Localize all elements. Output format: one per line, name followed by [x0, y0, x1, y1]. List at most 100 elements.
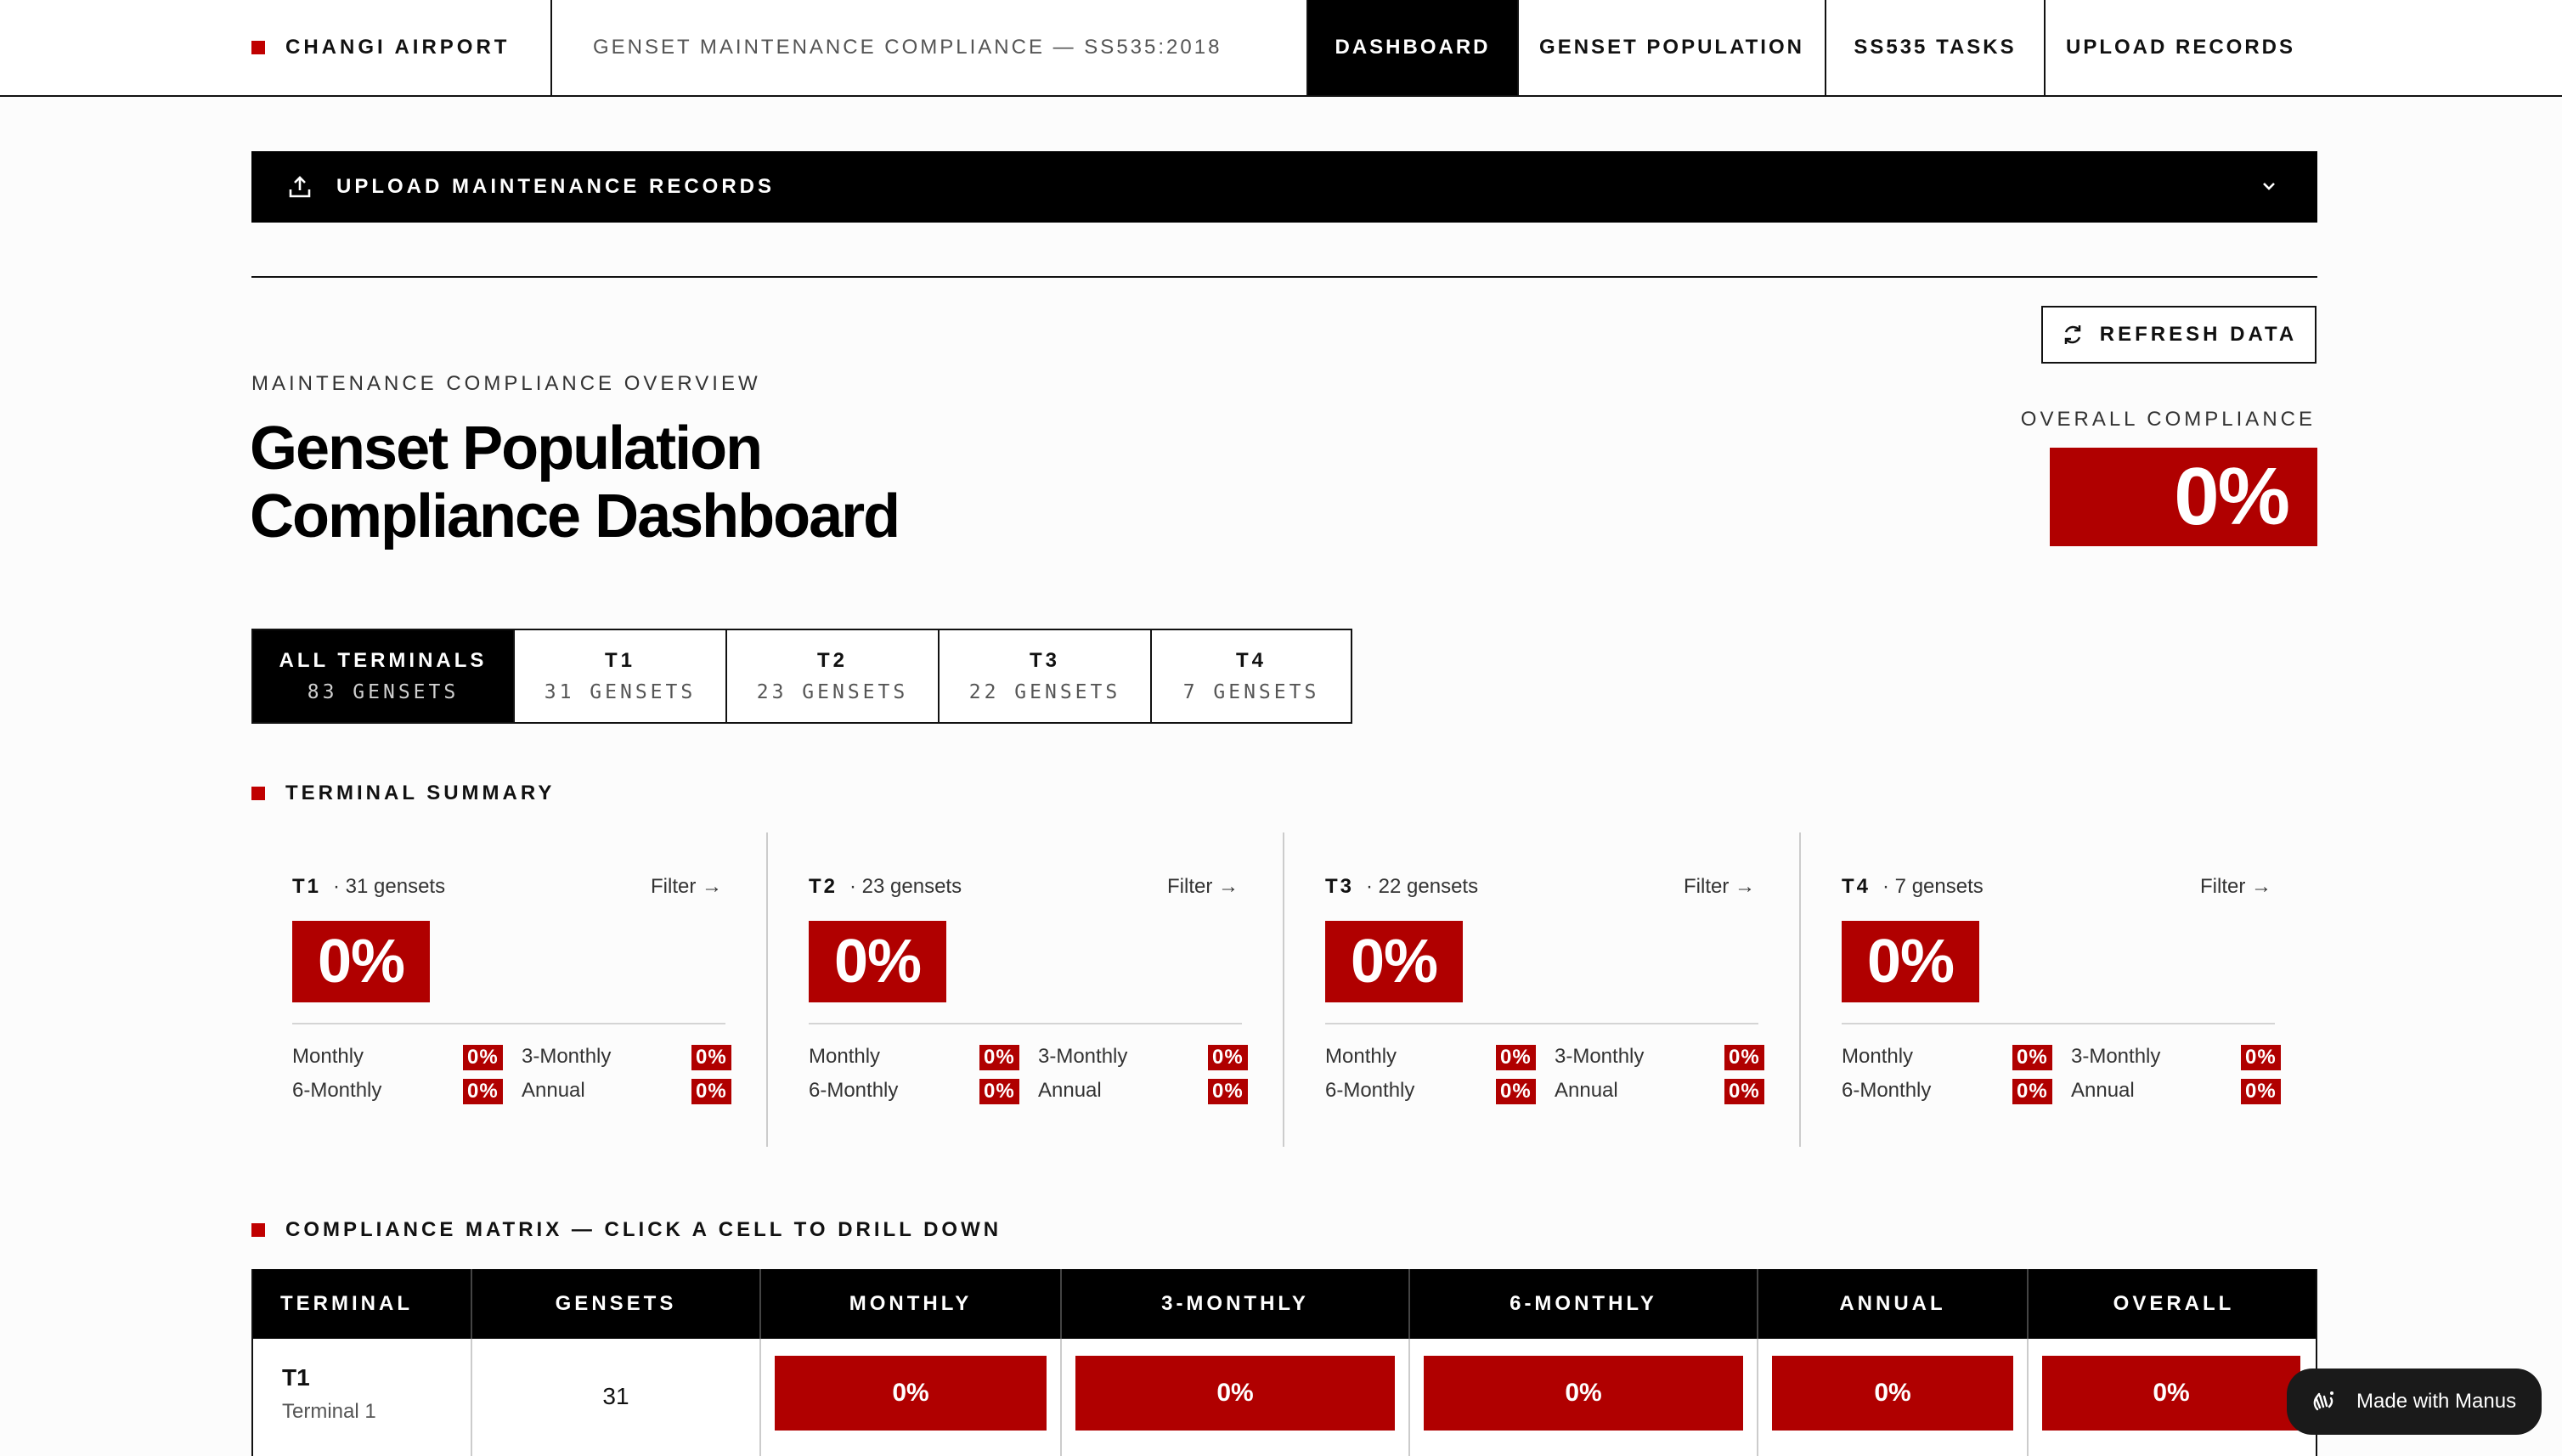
- column-header-terminal: TERMINAL: [253, 1269, 472, 1339]
- card-filter-link[interactable]: Filter →: [1167, 875, 1239, 899]
- card-filter-link[interactable]: Filter →: [1684, 875, 1755, 899]
- table-row: T1 Terminal 1 31 0% 0% 0% 0% 0%: [253, 1339, 2316, 1456]
- card-overall-value: 0%: [1842, 921, 1979, 1002]
- metric-badge: 0%: [2012, 1079, 2052, 1104]
- column-header-gensets: GENSETS: [472, 1269, 761, 1339]
- cell-monthly: 0%: [761, 1339, 1062, 1456]
- card-filter-link[interactable]: Filter →: [651, 875, 722, 899]
- terminal-card-t2: T2 · 23 gensets Filter → 0% Monthly 0% 3…: [768, 832, 1284, 1147]
- metric-badge: 0%: [1208, 1045, 1248, 1070]
- tab-dashboard[interactable]: DASHBOARD: [1306, 0, 1517, 95]
- metric-badge: 0%: [979, 1079, 1019, 1104]
- matrix-cell-annual[interactable]: 0%: [1772, 1356, 2013, 1431]
- metric-badge: 0%: [979, 1045, 1019, 1070]
- matrix-cell-3-monthly[interactable]: 0%: [1075, 1356, 1395, 1431]
- column-header-6-monthly: 6-MONTHLY: [1410, 1269, 1758, 1339]
- row-terminal-name: Terminal 1: [282, 1400, 376, 1423]
- metric-label: Monthly: [292, 1045, 364, 1068]
- refresh-data-button[interactable]: REFRESH DATA: [2041, 306, 2317, 364]
- terminal-filter-all[interactable]: ALL TERMINALS 83 GENSETS: [253, 630, 515, 722]
- cell-gensets: 31: [472, 1339, 761, 1456]
- manus-hand-icon: [2313, 1391, 2333, 1411]
- upload-bar-label: UPLOAD MAINTENANCE RECORDS: [336, 175, 776, 198]
- terminal-filter-name: T1: [604, 649, 635, 672]
- compliance-matrix-table: TERMINAL GENSETS MONTHLY 3-MONTHLY 6-MON…: [251, 1269, 2317, 1456]
- made-with-manus-badge[interactable]: Made with Manus: [2287, 1369, 2542, 1435]
- matrix-cell-6-monthly[interactable]: 0%: [1424, 1356, 1743, 1431]
- terminal-filter-count: 7 GENSETS: [1182, 681, 1320, 703]
- terminal-card-t4: T4 · 7 gensets Filter → 0% Monthly 0% 3-…: [1801, 832, 2317, 1147]
- compliance-matrix-title: COMPLIANCE MATRIX — CLICK A CELL TO DRIL…: [285, 1218, 1002, 1241]
- metric-label: Annual: [1038, 1079, 1102, 1102]
- upload-records-toggle[interactable]: UPLOAD MAINTENANCE RECORDS: [251, 151, 2317, 223]
- metric-badge: 0%: [1208, 1079, 1248, 1104]
- terminal-filter-name: ALL TERMINALS: [279, 649, 488, 672]
- card-overall-value: 0%: [809, 921, 946, 1002]
- made-with-label: Made with Manus: [2356, 1390, 2517, 1413]
- terminal-filter-t3[interactable]: T3 22 GENSETS: [940, 630, 1152, 722]
- metric-badge: 0%: [463, 1079, 503, 1104]
- card-divider: [809, 1023, 1242, 1024]
- column-header-overall: OVERALL: [2113, 1292, 2235, 1315]
- metric-label: Annual: [2071, 1079, 2135, 1102]
- tab-genset-population[interactable]: GENSET POPULATION: [1517, 0, 1825, 95]
- metric-label: Annual: [522, 1079, 585, 1102]
- terminal-card-t3: T3 · 22 gensets Filter → 0% Monthly 0% 3…: [1284, 832, 1801, 1147]
- terminal-filter-count: 23 GENSETS: [756, 681, 909, 703]
- metric-label: 6-Monthly: [809, 1079, 899, 1102]
- app-subtitle: GENSET MAINTENANCE COMPLIANCE — SS535:20…: [593, 36, 1222, 59]
- metric-badge: 0%: [2012, 1045, 2052, 1070]
- terminal-filter-t2[interactable]: T2 23 GENSETS: [727, 630, 940, 722]
- card-terminal: T1: [292, 875, 322, 898]
- metric-label: 6-Monthly: [292, 1079, 382, 1102]
- page-title-line-1: Genset Population: [250, 415, 763, 483]
- heading-square-icon: [251, 1223, 265, 1237]
- card-row: Monthly 0% 3-Monthly 0%: [292, 1045, 731, 1070]
- metric-badge: 0%: [1724, 1045, 1764, 1070]
- matrix-cell-monthly[interactable]: 0%: [775, 1356, 1047, 1431]
- metric-badge: 0%: [1496, 1045, 1536, 1070]
- metric-badge: 0%: [1496, 1079, 1536, 1104]
- overall-compliance-value: 0%: [2050, 448, 2317, 546]
- metric-label: Annual: [1555, 1079, 1618, 1102]
- metric-badge: 0%: [691, 1079, 731, 1104]
- cell-6-monthly: 0%: [1410, 1339, 1758, 1456]
- cell-annual: 0%: [1758, 1339, 2029, 1456]
- terminal-summary-heading: TERMINAL SUMMARY: [251, 782, 555, 805]
- metric-label: 6-Monthly: [1325, 1079, 1415, 1102]
- overall-compliance-label: OVERALL COMPLIANCE: [2020, 408, 2316, 431]
- page-overline: MAINTENANCE COMPLIANCE OVERVIEW: [251, 372, 761, 395]
- card-row: 6-Monthly 0% Annual 0%: [809, 1079, 1248, 1104]
- card-genset-count: · 31 gensets: [333, 875, 446, 898]
- terminal-filter-name: T4: [1235, 649, 1267, 672]
- card-genset-count: · 22 gensets: [1366, 875, 1479, 898]
- metric-label: Monthly: [1842, 1045, 1914, 1068]
- card-terminal: T3: [1325, 875, 1355, 898]
- brand-square-icon: [251, 41, 265, 54]
- row-terminal-code: T1: [282, 1364, 310, 1391]
- metric-label: 3-Monthly: [522, 1045, 612, 1068]
- card-genset-count: · 7 gensets: [1882, 875, 1984, 898]
- cell-3-monthly: 0%: [1062, 1339, 1410, 1456]
- card-divider: [1842, 1023, 2275, 1024]
- matrix-cell-overall[interactable]: 0%: [2042, 1356, 2300, 1431]
- cell-terminal: T1 Terminal 1: [253, 1339, 472, 1456]
- metric-label: 3-Monthly: [1555, 1045, 1645, 1068]
- terminal-filter-name: T2: [816, 649, 848, 672]
- column-header-3-monthly: 3-MONTHLY: [1062, 1269, 1410, 1339]
- chevron-down-icon: [2263, 183, 2275, 190]
- terminal-filter-t1[interactable]: T1 31 GENSETS: [515, 630, 727, 722]
- refresh-data-label: REFRESH DATA: [2099, 323, 2298, 346]
- metric-label: 3-Monthly: [1038, 1045, 1128, 1068]
- tab-upload-records[interactable]: UPLOAD RECORDS: [2044, 0, 2316, 95]
- card-row: Monthly 0% 3-Monthly 0%: [1325, 1045, 1764, 1070]
- metric-badge: 0%: [691, 1045, 731, 1070]
- brand[interactable]: CHANGI AIRPORT: [0, 0, 552, 95]
- card-overall-value: 0%: [292, 921, 430, 1002]
- terminal-filter-t4[interactable]: T4 7 GENSETS: [1152, 630, 1351, 722]
- metric-label: 6-Monthly: [1842, 1079, 1932, 1102]
- row-genset-count: 31: [602, 1383, 629, 1409]
- card-filter-link[interactable]: Filter →: [2200, 875, 2271, 899]
- tab-ss535-tasks[interactable]: SS535 TASKS: [1825, 0, 2044, 95]
- terminal-summary-title: TERMINAL SUMMARY: [285, 782, 556, 804]
